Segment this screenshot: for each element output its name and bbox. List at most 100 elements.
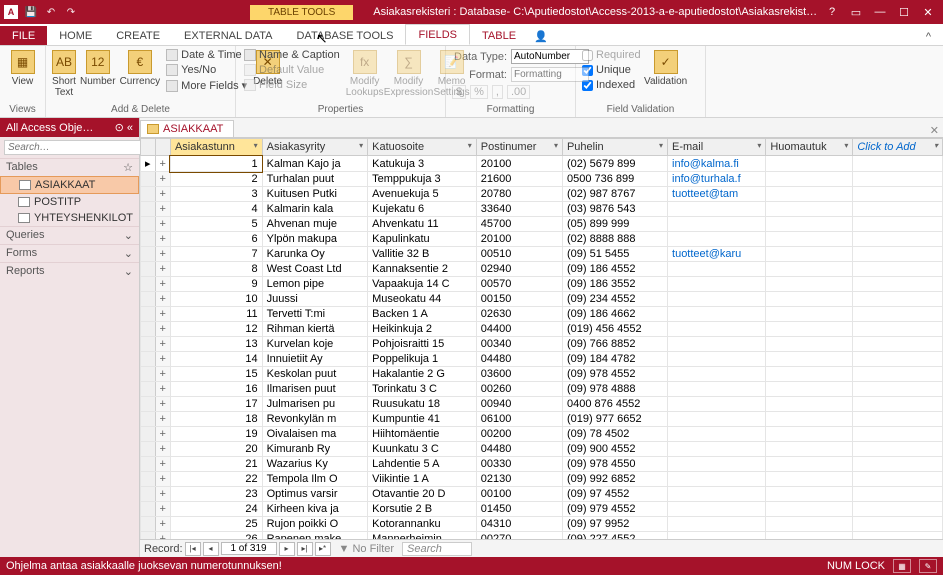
cell-add[interactable]	[853, 337, 943, 352]
validation-button[interactable]: ✓Validation	[645, 48, 687, 89]
cell-posti[interactable]: 06100	[476, 412, 562, 427]
cell-posti[interactable]: 04480	[476, 442, 562, 457]
cell-email[interactable]	[668, 322, 766, 337]
cell-posti[interactable]: 00150	[476, 292, 562, 307]
cell-id[interactable]: 22	[170, 472, 262, 487]
cell-email[interactable]: tuotteet@karu	[668, 247, 766, 262]
cell-id[interactable]: 17	[170, 397, 262, 412]
row-selector[interactable]	[141, 442, 156, 457]
cell-puhelin[interactable]: (02) 5679 899	[562, 156, 667, 172]
expand-row-icon[interactable]: +	[155, 487, 170, 502]
expand-row-icon[interactable]: +	[155, 367, 170, 382]
table-row[interactable]: +19Oivalaisen maHiihtomäentie00200(09) 7…	[141, 427, 943, 442]
cell-huom[interactable]	[766, 202, 853, 217]
cell-yritys[interactable]: Revonkylän m	[262, 412, 368, 427]
cell-puhelin[interactable]: 0400 876 4552	[562, 397, 667, 412]
row-selector[interactable]	[141, 187, 156, 202]
cell-posti[interactable]: 45700	[476, 217, 562, 232]
row-selector[interactable]	[141, 397, 156, 412]
cell-puhelin[interactable]: (09) 900 4552	[562, 442, 667, 457]
cell-add[interactable]	[853, 472, 943, 487]
cell-email[interactable]	[668, 382, 766, 397]
cell-add[interactable]	[853, 502, 943, 517]
cell-add[interactable]	[853, 217, 943, 232]
minimize-icon[interactable]: ―	[869, 3, 891, 21]
cell-puhelin[interactable]: (09) 234 4552	[562, 292, 667, 307]
expand-row-icon[interactable]: +	[155, 352, 170, 367]
tab-external-data[interactable]: EXTERNAL DATA	[172, 26, 284, 45]
nav-new-button[interactable]: ▸*	[315, 542, 331, 556]
cell-email[interactable]	[668, 232, 766, 247]
cell-katu[interactable]: Otavantie 20 D	[368, 487, 477, 502]
cell-katu[interactable]: Heikinkuja 2	[368, 322, 477, 337]
cell-add[interactable]	[853, 232, 943, 247]
table-row[interactable]: +26Rapenen makeMannerheimin00270(09) 227…	[141, 532, 943, 540]
row-selector[interactable]	[141, 502, 156, 517]
cell-id[interactable]: 13	[170, 337, 262, 352]
datasheet-view-btn[interactable]: ▦	[893, 559, 911, 573]
cell-yritys[interactable]: Tempola Ilm O	[262, 472, 368, 487]
cell-katu[interactable]: Kumpuntie 41	[368, 412, 477, 427]
cell-puhelin[interactable]: (09) 97 9952	[562, 517, 667, 532]
inc-dec-icon[interactable]: .00	[507, 85, 530, 99]
cell-add[interactable]	[853, 292, 943, 307]
cell-katu[interactable]: Poppelikuja 1	[368, 352, 477, 367]
cell-add[interactable]	[853, 517, 943, 532]
cell-yritys[interactable]: Karunka Oy	[262, 247, 368, 262]
cell-add[interactable]	[853, 427, 943, 442]
expand-row-icon[interactable]: +	[155, 427, 170, 442]
row-selector[interactable]	[141, 517, 156, 532]
cell-posti[interactable]: 00340	[476, 337, 562, 352]
cell-puhelin[interactable]: (09) 766 8852	[562, 337, 667, 352]
cell-huom[interactable]	[766, 442, 853, 457]
field-size-button[interactable]: Field Size	[242, 78, 342, 92]
cell-huom[interactable]	[766, 232, 853, 247]
col-postinumero[interactable]: Postinumer▾	[476, 139, 562, 156]
tab-fields[interactable]: FIELDS	[405, 24, 470, 45]
cell-katu[interactable]: Mannerheimin	[368, 532, 477, 540]
cell-puhelin[interactable]: 0500 736 899	[562, 172, 667, 187]
cell-id[interactable]: 1	[170, 156, 262, 172]
table-row[interactable]: +22Tempola Ilm OViikintie 1 A02130(09) 9…	[141, 472, 943, 487]
expand-row-icon[interactable]: +	[155, 156, 170, 172]
cell-yritys[interactable]: Oivalaisen ma	[262, 427, 368, 442]
row-selector[interactable]	[141, 367, 156, 382]
cell-add[interactable]	[853, 247, 943, 262]
cell-posti[interactable]: 00100	[476, 487, 562, 502]
row-selector[interactable]	[141, 217, 156, 232]
cell-huom[interactable]	[766, 412, 853, 427]
unique-checkbox[interactable]: Unique	[582, 63, 641, 77]
cell-posti[interactable]: 02630	[476, 307, 562, 322]
cell-id[interactable]: 9	[170, 277, 262, 292]
table-row[interactable]: +18Revonkylän mKumpuntie 4106100(019) 97…	[141, 412, 943, 427]
number-button[interactable]: 12Number	[80, 48, 116, 89]
cell-huom[interactable]	[766, 427, 853, 442]
format-select[interactable]	[511, 67, 589, 82]
cell-posti[interactable]: 21600	[476, 172, 562, 187]
expand-row-icon[interactable]: +	[155, 532, 170, 540]
row-selector[interactable]	[141, 472, 156, 487]
row-selector[interactable]	[141, 277, 156, 292]
cell-add[interactable]	[853, 156, 943, 172]
cell-yritys[interactable]: Rihman kiertä	[262, 322, 368, 337]
row-selector[interactable]	[141, 427, 156, 442]
row-selector[interactable]	[141, 202, 156, 217]
cell-add[interactable]	[853, 412, 943, 427]
cell-add[interactable]	[853, 367, 943, 382]
cell-posti[interactable]: 00270	[476, 532, 562, 540]
navgroup-forms[interactable]: Forms⌄	[0, 244, 139, 262]
sign-in-icon[interactable]: 👤	[528, 28, 554, 45]
table-row[interactable]: +12Rihman kiertäHeikinkuja 204400(019) 4…	[141, 322, 943, 337]
cell-huom[interactable]	[766, 472, 853, 487]
cell-huom[interactable]	[766, 337, 853, 352]
cell-email[interactable]	[668, 457, 766, 472]
cell-puhelin[interactable]: (09) 184 4782	[562, 352, 667, 367]
cell-puhelin[interactable]: (09) 186 3552	[562, 277, 667, 292]
cell-posti[interactable]: 00200	[476, 427, 562, 442]
cell-email[interactable]	[668, 442, 766, 457]
cell-id[interactable]: 26	[170, 532, 262, 540]
cell-yritys[interactable]: Keskolan puut	[262, 367, 368, 382]
cell-yritys[interactable]: Kalmarin kala	[262, 202, 368, 217]
cell-puhelin[interactable]: (09) 978 4552	[562, 367, 667, 382]
cell-puhelin[interactable]: (09) 227 4552	[562, 532, 667, 540]
